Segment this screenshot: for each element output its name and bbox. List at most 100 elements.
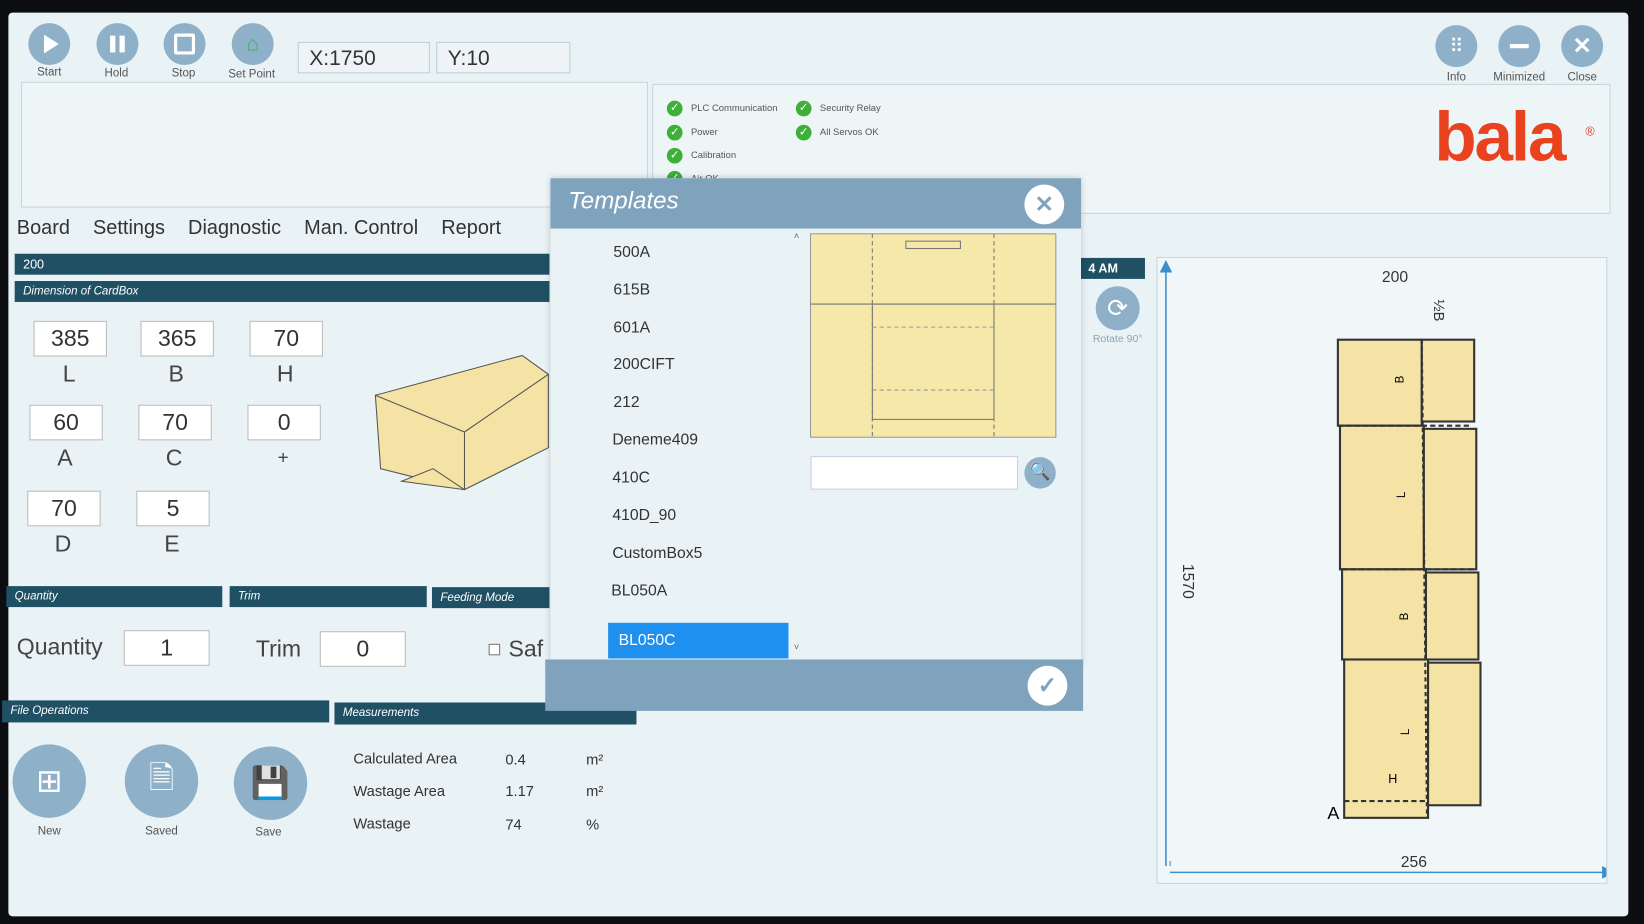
stop-label: Stop xyxy=(171,67,196,80)
floppy-icon: 💾 xyxy=(250,765,291,801)
rotate-button[interactable]: ⟳ xyxy=(1095,286,1140,331)
quantity-input[interactable]: 1 xyxy=(123,630,210,666)
dim-l-field[interactable]: 385 xyxy=(33,320,107,357)
saved-button[interactable]: 🗎 xyxy=(124,744,199,818)
template-item[interactable]: BL050A xyxy=(611,582,667,600)
template-item[interactable]: 212 xyxy=(613,393,639,411)
quantity-label: Quantity xyxy=(16,633,103,660)
dim-b-field[interactable]: 365 xyxy=(140,320,214,357)
set-point-button[interactable]: ⌂ xyxy=(231,23,274,66)
menu-man-control[interactable]: Man. Control xyxy=(304,217,418,239)
dialog-close-button[interactable]: ✕ xyxy=(1024,184,1065,225)
template-item[interactable]: 200CIFT xyxy=(613,355,674,373)
half-b-label: ½B xyxy=(1430,299,1448,322)
dim-b-label: B xyxy=(168,360,184,387)
drawing-top-dimension: 200 xyxy=(1381,268,1409,287)
template-item[interactable]: 500A xyxy=(613,243,650,261)
saved-label: Saved xyxy=(145,825,178,838)
hold-button[interactable] xyxy=(96,23,139,66)
confirm-button[interactable]: ✓ xyxy=(1027,665,1068,706)
dim-c-field[interactable]: 70 xyxy=(138,404,212,441)
template-search-button[interactable]: 🔍 xyxy=(1024,457,1056,489)
dim-h-label: H xyxy=(276,360,294,387)
new-file-icon: ⊞ xyxy=(36,763,63,799)
template-item[interactable]: Deneme409 xyxy=(612,431,698,449)
dim-plus-label: + xyxy=(277,446,289,468)
close-label: Close xyxy=(1567,71,1597,84)
close-icon: ✕ xyxy=(1034,190,1054,218)
dim-h-field[interactable]: 70 xyxy=(249,320,323,357)
status-power: ✓ Power xyxy=(666,124,718,141)
dim-plus-field[interactable]: 0 xyxy=(247,404,321,441)
status-plc: ✓ PLC Communication xyxy=(666,100,778,117)
panel-label: L xyxy=(1395,491,1409,499)
new-button[interactable]: ⊞ xyxy=(12,744,86,818)
meas-unit: % xyxy=(586,815,600,833)
dim-a-field[interactable]: 60 xyxy=(29,404,103,441)
menu-settings[interactable]: Settings xyxy=(93,217,165,239)
panel-label: H xyxy=(1388,771,1398,787)
dialog-footer xyxy=(545,659,1084,711)
set-point-label: Set Point xyxy=(228,68,276,81)
scroll-down-arrow[interactable]: ˅ xyxy=(794,642,800,652)
board-bar: 200 xyxy=(14,253,550,275)
pause-icon xyxy=(110,35,125,53)
menu-report[interactable]: Report xyxy=(441,217,501,239)
status-calibration: ✓ Calibration xyxy=(666,147,736,164)
status-security-relay: ✓ Security Relay xyxy=(795,100,881,117)
meas-value: 1.17 xyxy=(505,782,534,799)
rotate-label: Rotate 90° xyxy=(1092,333,1143,345)
check-icon: ✓ xyxy=(666,100,683,117)
time-display: 4 AM xyxy=(1079,257,1145,279)
hold-label: Hold xyxy=(104,67,129,80)
close-icon: ✕ xyxy=(1572,32,1592,59)
rotate-icon: ⟳ xyxy=(1107,294,1129,323)
scroll-up-arrow[interactable]: ˄ xyxy=(794,231,800,241)
dialog-title: Templates xyxy=(568,186,679,214)
menu-board[interactable]: Board xyxy=(17,217,70,239)
main-menu: Board Settings Diagnostic Man. Control Repor… xyxy=(17,217,524,240)
meas-value: 0.4 xyxy=(505,750,526,768)
registered-mark: ® xyxy=(1585,123,1595,139)
dim-e-field[interactable]: 5 xyxy=(136,490,210,527)
template-item[interactable]: 410C xyxy=(612,469,650,487)
check-icon: ✓ xyxy=(666,147,683,164)
dimension-header: Dimension of CardBox xyxy=(14,280,550,302)
panel-label: L xyxy=(1399,728,1413,736)
dim-a-label: A xyxy=(57,444,73,471)
template-preview xyxy=(809,233,1057,438)
panel-label: B xyxy=(1398,612,1411,621)
y-coordinate: Y:10 xyxy=(436,41,571,74)
template-item[interactable]: CustomBox5 xyxy=(612,544,702,562)
app-window: Start Hold Stop ⌂ Set Point X:1750 Y:10 … xyxy=(2,12,1629,917)
meas-unit: m² xyxy=(586,750,604,768)
meas-name: Calculated Area xyxy=(353,749,457,767)
menu-diagnostic[interactable]: Diagnostic xyxy=(188,217,281,239)
check-icon: ✓ xyxy=(795,124,812,141)
save-button[interactable]: 💾 xyxy=(233,746,308,820)
safe-checkbox[interactable] xyxy=(488,643,501,656)
template-item[interactable]: 615B xyxy=(613,281,650,299)
box-3d-preview xyxy=(374,354,549,491)
meas-value: 74 xyxy=(505,815,522,833)
template-item-selected[interactable]: BL050C xyxy=(608,622,789,659)
close-button[interactable]: ✕ xyxy=(1561,25,1604,68)
template-search-input[interactable] xyxy=(810,456,1019,490)
minimize-button[interactable] xyxy=(1498,25,1541,68)
checkmark-icon: ✓ xyxy=(1037,672,1058,699)
trim-input[interactable]: 0 xyxy=(319,631,406,667)
template-item[interactable]: 601A xyxy=(613,319,650,337)
meas-name: Wastage xyxy=(353,814,411,832)
file-settings-icon: 🗎 xyxy=(148,760,175,796)
trim-header: Trim xyxy=(229,586,427,608)
template-item[interactable]: 410D_90 xyxy=(612,506,676,524)
dim-e-label: E xyxy=(164,530,180,557)
stop-button[interactable] xyxy=(163,23,206,66)
play-icon xyxy=(44,34,59,54)
templates-list[interactable]: 500A 615B 601A 200CIFT 212 Deneme409 410… xyxy=(597,231,799,659)
check-icon: ✓ xyxy=(666,124,683,141)
start-button[interactable] xyxy=(28,23,71,66)
info-button[interactable]: ⠿ xyxy=(1435,25,1478,68)
templates-dialog: Templates ✕ 500A 615B 601A 200CIFT 212 D… xyxy=(550,178,1082,669)
dim-d-field[interactable]: 70 xyxy=(27,490,101,527)
